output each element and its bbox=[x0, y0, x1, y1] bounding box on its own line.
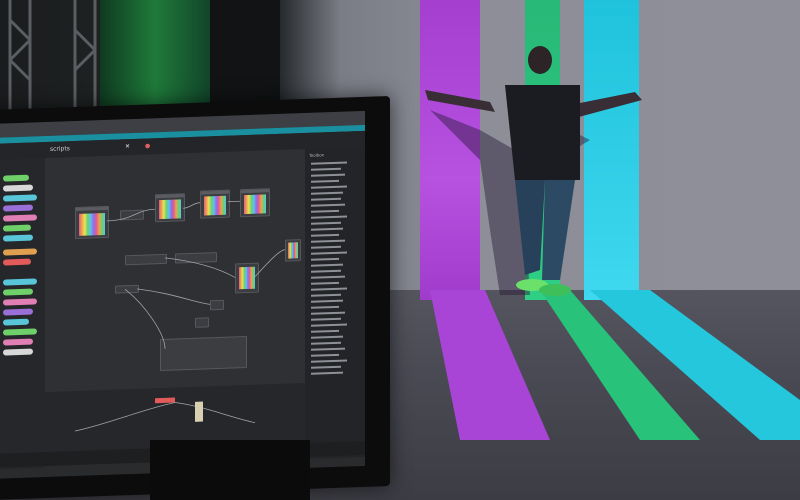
stage-truss bbox=[8, 0, 97, 110]
panel-item[interactable] bbox=[3, 214, 37, 222]
panel-item[interactable] bbox=[3, 174, 29, 182]
panel-item[interactable] bbox=[3, 278, 37, 286]
panel-item[interactable] bbox=[3, 248, 37, 256]
panel-item[interactable] bbox=[3, 234, 33, 242]
software-screen: scripts ✕ ● Toolbox bbox=[0, 110, 365, 479]
tab-scripts[interactable]: scripts bbox=[50, 143, 70, 156]
right-panel-list bbox=[311, 161, 347, 375]
panel-item[interactable] bbox=[3, 288, 33, 296]
panel-item[interactable] bbox=[3, 308, 33, 316]
close-icon[interactable]: ✕ bbox=[125, 141, 130, 153]
monitor-stand bbox=[150, 440, 310, 500]
person-figure bbox=[425, 46, 642, 296]
panel-item[interactable] bbox=[3, 338, 33, 346]
photo-scene: scripts ✕ ● Toolbox bbox=[0, 0, 800, 500]
left-panel bbox=[0, 158, 45, 470]
right-panel: Toolbox bbox=[305, 146, 365, 459]
panel-item[interactable] bbox=[3, 318, 29, 326]
panel-item[interactable] bbox=[3, 328, 37, 336]
panel-item[interactable] bbox=[3, 194, 37, 202]
panel-item[interactable] bbox=[3, 184, 33, 192]
right-panel-header: Toolbox bbox=[309, 152, 324, 158]
panel-item[interactable] bbox=[3, 224, 31, 232]
panel-item[interactable] bbox=[3, 258, 31, 266]
panel-item[interactable] bbox=[3, 298, 37, 306]
panel-item[interactable] bbox=[3, 348, 33, 356]
panel-item[interactable] bbox=[3, 204, 33, 212]
settings-icon[interactable]: ● bbox=[145, 140, 150, 152]
